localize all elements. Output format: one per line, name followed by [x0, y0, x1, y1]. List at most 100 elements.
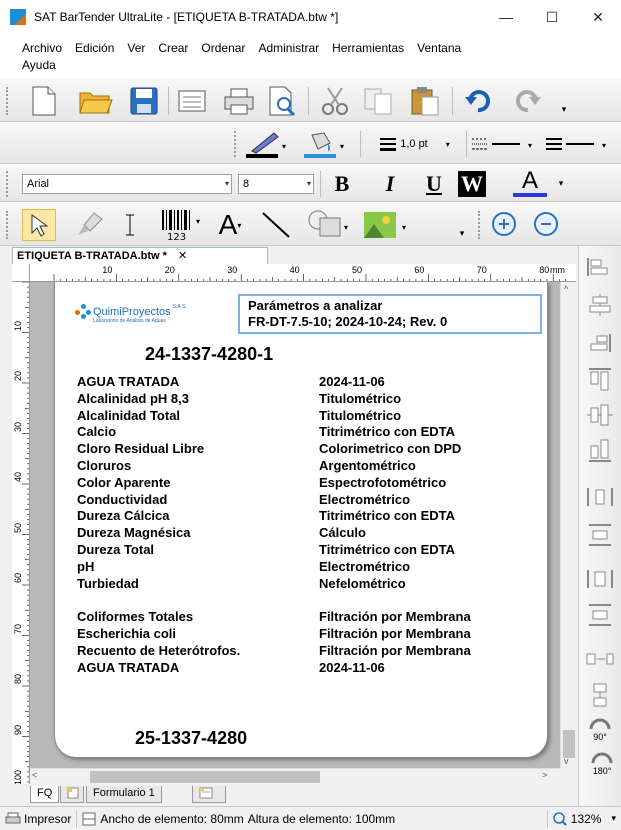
tab-fq[interactable]: FQ: [30, 786, 60, 803]
scroll-up-icon[interactable]: ^: [564, 284, 568, 294]
chevron-down-icon[interactable]: ▾: [556, 175, 566, 191]
scroll-left-icon[interactable]: <: [32, 770, 37, 780]
scroll-down-icon[interactable]: v: [564, 756, 569, 766]
barcode-tool-icon[interactable]: 123 ▾: [160, 207, 206, 243]
toolbar-grip[interactable]: [234, 131, 238, 157]
table-row[interactable]: Dureza Total Titrimétrico con EDTA: [77, 542, 547, 559]
align-bottom-icon[interactable]: [585, 438, 615, 464]
table-row[interactable]: Alcalinidad Total Titulométrico: [77, 408, 547, 425]
label-template[interactable]: QuimiProyectos S.A.S. Laboratorio de Aná…: [54, 282, 548, 758]
scroll-right-icon[interactable]: >: [542, 770, 547, 780]
tab-new-template-icon[interactable]: [60, 786, 84, 803]
center-vertical-icon[interactable]: [585, 602, 615, 628]
paste-icon[interactable]: [408, 85, 442, 117]
bold-button[interactable]: B: [328, 169, 356, 199]
align-middle-icon[interactable]: [585, 402, 615, 428]
close-icon[interactable]: ✕: [178, 250, 187, 262]
sample-code-top[interactable]: 24-1337-4280-1: [145, 344, 273, 365]
zoom-in-icon[interactable]: [488, 209, 522, 241]
align-right-icon[interactable]: [585, 330, 615, 356]
rotate-90-button[interactable]: 90°: [585, 718, 615, 742]
underline-button[interactable]: U: [420, 169, 448, 199]
menu-item[interactable]: Ventana: [417, 40, 461, 57]
chevron-down-icon[interactable]: ▾: [611, 813, 616, 824]
table-row[interactable]: Recuento de Heterótrofos. Filtración por …: [77, 643, 547, 660]
line-style-dropdown[interactable]: ▾: [470, 129, 542, 159]
toolbar-grip[interactable]: [6, 87, 10, 115]
minimize-button[interactable]: —: [483, 0, 529, 34]
zoom-out-icon[interactable]: [530, 209, 564, 241]
menu-item[interactable]: Administrar: [258, 40, 319, 57]
image-tool-icon[interactable]: ▾: [362, 207, 414, 243]
fill-color-icon[interactable]: ▾: [302, 129, 348, 159]
table-row[interactable]: Calcio Titrimétrico con EDTA: [77, 424, 547, 441]
table-row[interactable]: Cloruros Argentométrico: [77, 458, 547, 475]
rotate-180-button[interactable]: 180°: [585, 752, 619, 776]
same-height-icon[interactable]: [585, 682, 615, 708]
tab-new-form-icon[interactable]: [192, 786, 226, 803]
table-row[interactable]: AGUA TRATADA 2024-11-06: [77, 660, 547, 677]
redo-icon[interactable]: [510, 85, 544, 117]
align-center-icon[interactable]: [585, 292, 615, 318]
text-object-tool-icon[interactable]: A ▾: [210, 207, 250, 243]
tab-formulario-1[interactable]: Formulario 1: [86, 786, 162, 803]
same-width-icon[interactable]: [585, 646, 615, 672]
table-row[interactable]: AGUA TRATADA 2024-11-06: [77, 374, 547, 391]
page-setup-icon[interactable]: [176, 85, 208, 117]
maximize-button[interactable]: ☐: [529, 0, 575, 34]
font-size-select[interactable]: 8 ▾: [238, 174, 314, 194]
menu-item[interactable]: Ver: [127, 40, 145, 57]
toolbar-grip[interactable]: [6, 171, 10, 197]
toolbar-grip[interactable]: [478, 211, 482, 239]
copy-icon[interactable]: [362, 85, 396, 117]
line-tool-icon[interactable]: [258, 209, 294, 241]
menu-item[interactable]: Crear: [158, 40, 188, 57]
pointer-tool-icon[interactable]: [22, 209, 56, 241]
design-canvas[interactable]: QuimiProyectos S.A.S. Laboratorio de Aná…: [30, 282, 560, 768]
font-family-select[interactable]: Arial ▾: [22, 174, 232, 194]
toolbar-grip[interactable]: [6, 211, 10, 239]
menu-ayuda[interactable]: Ayuda: [22, 57, 56, 74]
line-width-dropdown[interactable]: 1,0 pt ▾: [366, 129, 462, 159]
table-row[interactable]: Conductividad Electrométrico: [77, 492, 547, 509]
undo-icon[interactable]: [462, 85, 496, 117]
menu-item[interactable]: Archivo: [22, 40, 62, 57]
zoom-status[interactable]: 132% ▾: [548, 810, 621, 828]
italic-button[interactable]: I: [376, 169, 404, 199]
close-button[interactable]: ✕: [575, 0, 621, 34]
table-row[interactable]: pH Electrométrico: [77, 559, 547, 576]
parameters-table[interactable]: AGUA TRATADA 2024-11-06 Alcalinidad pH 8,3…: [77, 374, 547, 676]
table-row[interactable]: Dureza Cálcica Titrimétrico con EDTA: [77, 508, 547, 525]
toolbar-overflow-icon[interactable]: ▾: [458, 225, 466, 241]
distribute-vertical-icon[interactable]: [585, 522, 615, 548]
font-color-button[interactable]: A: [510, 167, 550, 199]
save-icon[interactable]: [128, 85, 160, 117]
text-tool-icon[interactable]: [118, 209, 142, 241]
format-painter-icon[interactable]: [72, 209, 106, 241]
table-row[interactable]: Coliformes Totales Filtración por Membran…: [77, 609, 547, 626]
printer-status[interactable]: Impresor: [0, 809, 78, 828]
horizontal-scroll-thumb[interactable]: [90, 771, 320, 783]
align-top-icon[interactable]: [585, 366, 615, 392]
cut-icon[interactable]: [318, 85, 352, 117]
table-row[interactable]: Dureza Magnésica Cálculo: [77, 525, 547, 542]
vertical-scrollbar[interactable]: ^ v: [560, 282, 576, 768]
print-icon[interactable]: [222, 85, 256, 117]
line-color-icon[interactable]: ▾: [244, 129, 290, 159]
sample-code-bottom[interactable]: 25-1337-4280: [135, 728, 247, 749]
toolbar-overflow-icon[interactable]: ▾: [560, 101, 568, 117]
document-tab[interactable]: ETIQUETA B-TRATADA.btw * ✕: [12, 247, 268, 264]
open-folder-icon[interactable]: [78, 85, 114, 117]
wide-text-button[interactable]: W: [458, 171, 486, 197]
horizontal-scrollbar[interactable]: < >: [30, 768, 560, 784]
table-row[interactable]: Color Aparente Espectrofotométrico: [77, 475, 547, 492]
table-row[interactable]: Turbiedad Nefelométrico: [77, 576, 547, 593]
distribute-horizontal-icon[interactable]: [585, 484, 615, 510]
menu-item[interactable]: Ordenar: [201, 40, 245, 57]
table-row[interactable]: Escherichia coli Filtración por Membrana: [77, 626, 547, 643]
menu-item[interactable]: Herramientas: [332, 40, 404, 57]
new-document-icon[interactable]: [28, 85, 60, 117]
center-horizontal-icon[interactable]: [585, 566, 615, 592]
print-preview-icon[interactable]: [266, 85, 298, 117]
table-row[interactable]: Cloro Residual Libre Colorimetrico con DP…: [77, 441, 547, 458]
